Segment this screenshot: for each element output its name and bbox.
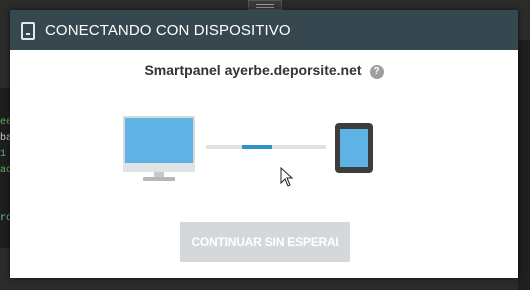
- code-line: ba: [0, 133, 10, 144]
- dialog-title: CONECTANDO CON DISPOSITIVO: [45, 21, 291, 39]
- connect-device-dialog: CONECTANDO CON DISPOSITIVO Smartpanel ay…: [10, 10, 518, 278]
- monitor-icon: [123, 116, 195, 182]
- drag-handle[interactable]: [248, 0, 282, 10]
- background-scrollbar: [518, 40, 530, 290]
- tablet-icon: [335, 123, 373, 173]
- code-line: ac: [0, 165, 10, 176]
- tablet-icon: [21, 22, 35, 40]
- connection-progress-bar: [206, 145, 326, 149]
- code-line: 1: [0, 149, 7, 160]
- site-row: Smartpanel ayerbe.deporsite.net?: [10, 62, 518, 79]
- background-editor: ee ba 1 ac ro: [0, 88, 10, 248]
- site-name: Smartpanel ayerbe.deporsite.net: [144, 62, 362, 78]
- dialog-header: CONECTANDO CON DISPOSITIVO: [10, 10, 518, 50]
- continue-without-waiting-button[interactable]: CONTINUAR SIN ESPERAI: [180, 222, 350, 262]
- code-line: ee: [0, 117, 10, 128]
- mouse-cursor-icon: [280, 167, 294, 187]
- help-icon[interactable]: ?: [369, 65, 384, 79]
- connection-progress-fill: [242, 145, 272, 149]
- code-line: ro: [0, 213, 10, 224]
